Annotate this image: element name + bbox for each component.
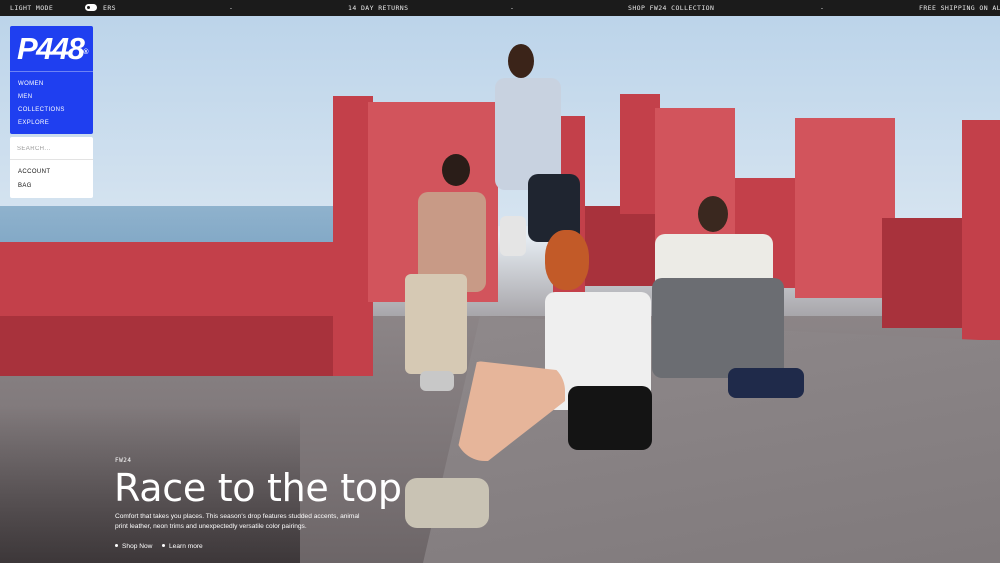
model-shoes — [420, 371, 454, 391]
model-shoes — [728, 368, 804, 398]
model-hair — [545, 230, 589, 290]
main-nav: P448® WOMEN MEN COLLECTIONS EXPLORE — [10, 26, 93, 134]
shop-now-link[interactable]: Shop Now — [115, 542, 152, 551]
model-sneaker — [500, 216, 526, 256]
search-input[interactable] — [17, 144, 87, 154]
model-sneakers — [405, 478, 489, 528]
model-leopard-pants — [652, 278, 784, 378]
utility-divider — [10, 159, 93, 160]
brand-logo[interactable]: P448® — [17, 31, 88, 66]
toggle-switch-icon[interactable] — [85, 4, 97, 11]
ticker-separator-2: - — [510, 4, 515, 12]
model-head — [508, 44, 534, 78]
toggle-knob — [87, 6, 90, 9]
red-wall-pillar-left — [333, 96, 373, 376]
announcement-bar: LIGHT MODE ERS - 14 DAY RETURNS - SHOP F… — [0, 0, 1000, 16]
logo-text: P448 — [17, 31, 85, 66]
learn-more-label: Learn more — [169, 543, 203, 550]
nav-item-collections[interactable]: COLLECTIONS — [18, 106, 65, 114]
red-wall-tower-3 — [795, 118, 895, 298]
red-wall-low-shade — [0, 316, 345, 376]
ticker-text-1: ERS — [103, 4, 116, 12]
nav-divider — [10, 71, 93, 72]
nav-item-women[interactable]: WOMEN — [18, 80, 44, 88]
ticker-text-2[interactable]: 14 DAY RETURNS — [348, 4, 408, 12]
account-link[interactable]: ACCOUNT — [18, 168, 50, 176]
nav-item-explore[interactable]: EXPLORE — [18, 119, 49, 127]
red-wall-tower-1 — [620, 94, 660, 214]
red-wall-step — [585, 206, 657, 286]
utility-panel: ACCOUNT BAG — [10, 137, 93, 198]
model-head — [698, 196, 728, 232]
shop-now-label: Shop Now — [122, 543, 153, 550]
light-mode-label[interactable]: LIGHT MODE — [10, 4, 53, 12]
ticker-separator-3: - — [820, 4, 825, 12]
bag-link[interactable]: BAG — [18, 182, 32, 190]
model-shorts — [568, 386, 652, 450]
hero-description: Comfort that takes you places. This seas… — [115, 513, 360, 530]
bullet-dot-icon — [115, 543, 118, 547]
ticker-text-3[interactable]: SHOP FW24 COLLECTION — [628, 4, 714, 12]
red-wall-right — [962, 120, 1000, 340]
model-head — [442, 154, 470, 186]
red-wall-stairs — [882, 218, 962, 328]
registered-mark: ® — [83, 49, 88, 56]
nav-item-men[interactable]: MEN — [18, 93, 33, 101]
hero-headline: Race to the top — [114, 466, 402, 510]
learn-more-link[interactable]: Learn more — [162, 542, 203, 551]
model-skirt — [405, 274, 467, 374]
ticker-text-4[interactable]: FREE SHIPPING ON ALL ORD — [919, 4, 1000, 12]
ticker-separator-1: - — [229, 4, 234, 12]
hero-eyebrow: FW24 — [115, 457, 132, 464]
bullet-dot-icon — [162, 543, 165, 547]
